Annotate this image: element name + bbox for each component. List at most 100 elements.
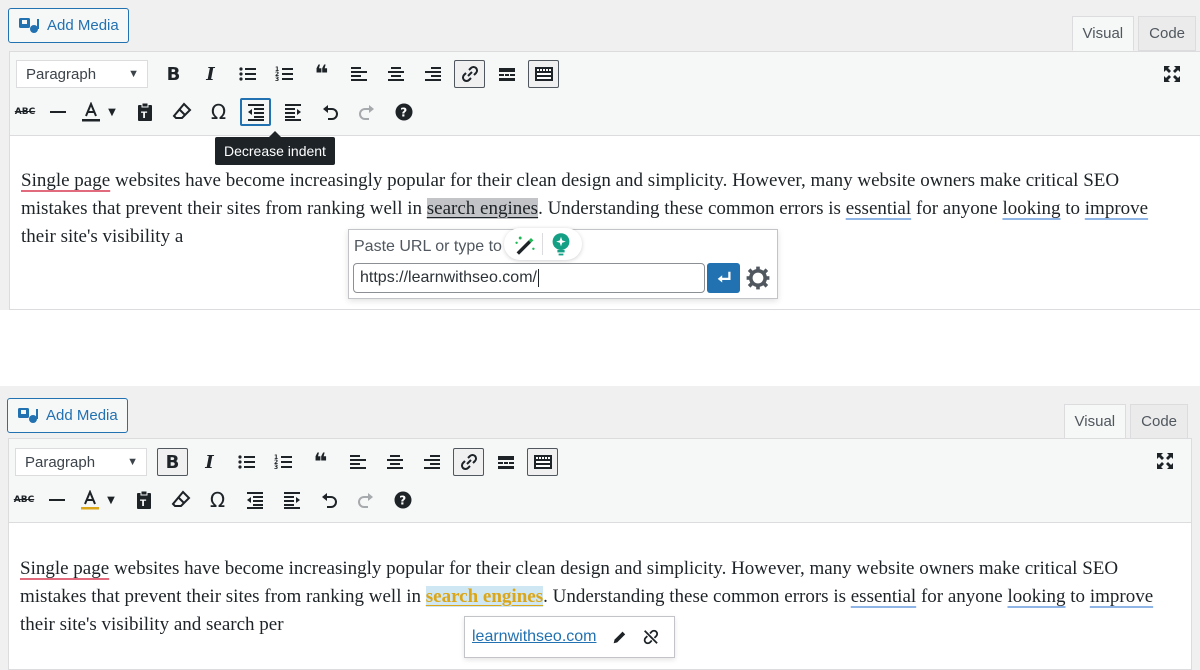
align-left-button[interactable] [343,60,374,88]
special-character-button[interactable]: Ω [203,98,234,126]
increase-indent-button[interactable] [276,486,307,514]
redo-button[interactable] [351,98,382,126]
increase-indent-icon [282,490,302,510]
special-character-button[interactable]: Ω [202,486,233,514]
text-color-dropdown[interactable]: ▼ [104,486,118,514]
tab-code[interactable]: Code [1130,404,1188,439]
editor-panel-top: Add Media Visual Code Paragraph ▼ B I 12… [0,0,1200,310]
paste-text-button[interactable]: T [128,486,159,514]
blockquote-button[interactable]: ❝ [305,448,336,476]
blockquote-button[interactable]: ❝ [306,60,337,88]
undo-button[interactable] [313,486,344,514]
italic-button[interactable]: I [194,448,225,476]
tab-code[interactable]: Code [1138,16,1196,51]
decrease-indent-button[interactable] [240,98,271,126]
align-left-button[interactable] [342,448,373,476]
strikethrough-icon: ABC [15,107,35,117]
link-preview-url[interactable]: learnwithseo.com [472,628,597,646]
align-right-icon [422,452,442,472]
fullscreen-icon [1162,64,1182,84]
redo-button[interactable] [350,486,381,514]
url-input-value: https://learnwithseo.com/ [360,269,537,287]
horizontal-line-button[interactable] [41,486,72,514]
paste-text-button[interactable]: T [129,98,160,126]
apply-link-button[interactable] [707,263,740,293]
chevron-down-icon: ▼ [108,107,116,118]
read-more-button[interactable] [491,60,522,88]
text-color-button[interactable] [78,486,102,514]
separator-space [0,310,1200,386]
blockquote-icon: ❝ [314,60,328,88]
grammar-word: essential [846,198,911,219]
fullscreen-button[interactable] [1153,449,1177,473]
bulleted-list-button[interactable] [232,60,263,88]
ai-pen-icon[interactable] [513,232,537,256]
italic-button[interactable]: I [195,60,226,88]
paste-text-icon: T [135,102,155,122]
format-select[interactable]: Paragraph ▼ [15,448,147,476]
format-select[interactable]: Paragraph ▼ [16,60,148,88]
gear-icon[interactable] [746,266,770,290]
text-color-button[interactable] [79,98,103,126]
align-right-icon [423,64,443,84]
read-more-button[interactable] [490,448,521,476]
bold-button[interactable]: B [158,60,189,88]
help-button[interactable]: ? [387,486,418,514]
align-center-button[interactable] [379,448,410,476]
add-media-button[interactable]: Add Media [7,398,128,433]
redo-icon [357,102,377,122]
align-center-button[interactable] [380,60,411,88]
special-character-icon: Ω [210,488,225,512]
bold-button[interactable]: B [157,448,188,476]
url-input[interactable]: https://learnwithseo.com/ [353,263,705,293]
bold-icon: B [166,452,180,473]
strikethrough-button[interactable]: ABC [15,486,33,514]
increase-indent-button[interactable] [277,98,308,126]
inserted-link[interactable]: search engines [426,586,543,607]
toolbar-toggle-button[interactable] [527,448,558,476]
paragraph-text: for anyone [916,586,1007,607]
fullscreen-button[interactable] [1160,62,1184,86]
paragraph-text: to [1066,586,1090,607]
help-button[interactable]: ? [388,98,419,126]
chevron-down-icon: ▼ [128,68,139,80]
add-media-button[interactable]: Add Media [8,8,129,43]
edit-pencil-icon[interactable] [611,627,629,647]
align-left-icon [349,64,369,84]
toolbar-row-1: Paragraph ▼ B I 123 ❝ [15,447,564,477]
text-cursor [538,269,539,287]
align-right-button[interactable] [416,448,447,476]
unlink-icon[interactable] [642,627,660,647]
spell-word: Single page [21,170,110,191]
spell-word: Single page [20,558,109,579]
text-color-icon [81,102,101,122]
bulleted-list-button[interactable] [231,448,262,476]
link-button[interactable] [453,448,484,476]
ai-bulb-icon[interactable] [549,232,573,256]
toolbar-toggle-button[interactable] [528,60,559,88]
divider [542,233,543,255]
add-media-label: Add Media [46,407,118,424]
add-media-label: Add Media [47,17,119,34]
align-right-button[interactable] [417,60,448,88]
clear-formatting-button[interactable] [166,98,197,126]
svg-text:T: T [141,111,148,121]
strikethrough-icon: ABC [14,495,34,505]
horizontal-line-button[interactable] [42,98,73,126]
link-icon [459,452,479,472]
numbered-list-button[interactable]: 123 [269,60,300,88]
link-icon [460,64,480,84]
bulleted-list-icon [238,64,258,84]
strikethrough-button[interactable]: ABC [16,98,34,126]
tab-visual[interactable]: Visual [1064,404,1127,439]
text-color-dropdown[interactable]: ▼ [105,98,119,126]
decrease-indent-button[interactable] [239,486,270,514]
clear-formatting-button[interactable] [165,486,196,514]
editor-toolbar: Paragraph ▼ B I 123 ❝ [9,439,1191,523]
numbered-list-button[interactable]: 123 [268,448,299,476]
tab-visual[interactable]: Visual [1072,16,1135,51]
link-dialog: Paste URL or type to https://learnwithse… [348,229,778,299]
undo-button[interactable] [314,98,345,126]
toolbar-toggle-icon [534,64,554,84]
link-button[interactable] [454,60,485,88]
